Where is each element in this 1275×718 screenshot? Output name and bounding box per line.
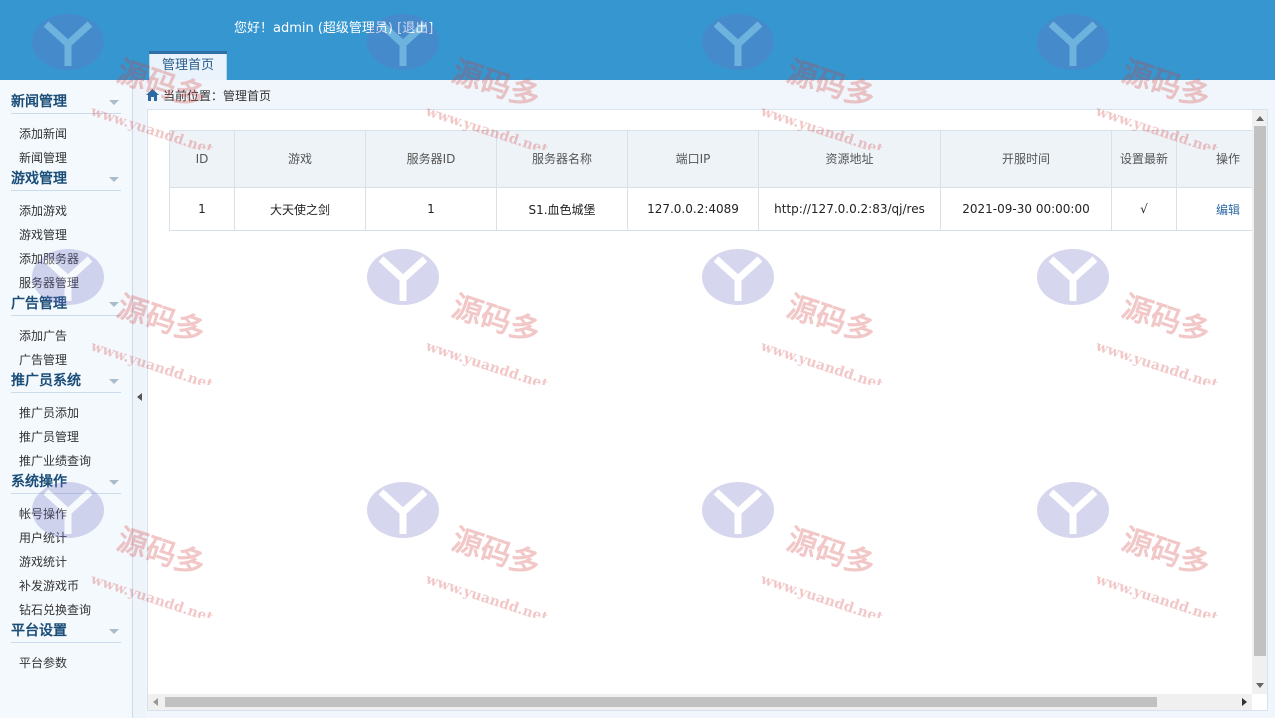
scroll-thumb[interactable] — [1254, 126, 1266, 656]
tab-admin-home[interactable]: 管理首页 — [149, 51, 227, 80]
sidebar-group-ads[interactable]: 广告管理 — [11, 294, 121, 316]
chevron-down-icon[interactable] — [109, 100, 119, 105]
column-header: 服务器名称 — [496, 130, 628, 188]
column-header: ID — [169, 130, 235, 188]
sidebar-group-system[interactable]: 系统操作 — [11, 472, 121, 494]
user-greeting: 您好！admin (超级管理员) [退出] — [234, 17, 433, 36]
sidebar-item-server-manage[interactable]: 服务器管理 — [19, 275, 79, 291]
cell-port-ip: 127.0.0.2:4089 — [627, 187, 759, 231]
cell-open-time: 2021-09-30 00:00:00 — [940, 187, 1112, 231]
scroll-left-icon[interactable] — [153, 698, 158, 706]
cell-id: 1 — [169, 187, 235, 231]
table-header-row: ID 游戏 服务器ID 服务器名称 端口IP 资源地址 开服时间 设置最新 操作 — [169, 130, 1267, 188]
column-header: 资源地址 — [758, 130, 941, 188]
sidebar-item-promoter-manage[interactable]: 推广员管理 — [19, 429, 79, 445]
column-header: 开服时间 — [940, 130, 1112, 188]
cell-resource-url: http://127.0.0.2:83/qj/res — [758, 187, 941, 231]
sidebar-item-account-ops[interactable]: 帐号操作 — [19, 506, 67, 522]
breadcrumb-label: 当前位置： — [163, 89, 224, 103]
sidebar-item-add-game[interactable]: 添加游戏 — [19, 203, 67, 219]
vertical-scrollbar[interactable] — [1252, 110, 1267, 694]
sidebar-group-game[interactable]: 游戏管理 — [11, 169, 121, 191]
cell-set-latest[interactable]: √ — [1111, 187, 1177, 231]
edit-link[interactable]: 编辑 — [1216, 203, 1240, 217]
greeting-text: 您好！admin (超级管理员) — [234, 21, 394, 36]
logout-link[interactable]: [退出] — [397, 21, 433, 36]
sidebar-item-news-manage[interactable]: 新闻管理 — [19, 150, 67, 166]
scroll-thumb[interactable] — [165, 697, 1157, 707]
scroll-up-icon[interactable] — [1256, 116, 1264, 121]
home-icon — [146, 87, 159, 107]
sidebar-item-game-stats[interactable]: 游戏统计 — [19, 554, 67, 570]
group-title-label: 广告管理 — [11, 296, 67, 312]
group-title-label: 平台设置 — [11, 623, 67, 639]
sidebar-item-user-stats[interactable]: 用户统计 — [19, 530, 67, 546]
chevron-down-icon[interactable] — [109, 629, 119, 634]
column-header: 游戏 — [234, 130, 366, 188]
scroll-right-icon[interactable] — [1242, 698, 1247, 706]
chevron-down-icon[interactable] — [109, 177, 119, 182]
sidebar-item-add-ad[interactable]: 添加广告 — [19, 328, 67, 344]
scroll-down-icon[interactable] — [1256, 683, 1264, 688]
chevron-down-icon[interactable] — [109, 302, 119, 307]
group-title-label: 系统操作 — [11, 474, 67, 490]
sidebar-splitter[interactable] — [133, 80, 146, 718]
group-title-label: 推广员系统 — [11, 373, 81, 389]
sidebar-item-promoter-add[interactable]: 推广员添加 — [19, 405, 79, 421]
main-content: 当前位置：管理首页 ID 游戏 服务器ID 服务器名称 端口IP 资源地址 开服… — [146, 80, 1275, 718]
top-header: 您好！admin (超级管理员) [退出] 管理首页 — [0, 0, 1275, 80]
column-header: 设置最新 — [1111, 130, 1177, 188]
chevron-down-icon[interactable] — [109, 379, 119, 384]
breadcrumb-current: 管理首页 — [223, 89, 272, 103]
cell-server-id: 1 — [365, 187, 497, 231]
sidebar-group-news[interactable]: 新闻管理 — [11, 92, 121, 114]
server-table: ID 游戏 服务器ID 服务器名称 端口IP 资源地址 开服时间 设置最新 操作… — [169, 130, 1267, 231]
sidebar-item-add-server[interactable]: 添加服务器 — [19, 251, 79, 267]
content-frame: ID 游戏 服务器ID 服务器名称 端口IP 资源地址 开服时间 设置最新 操作… — [147, 109, 1268, 711]
sidebar-item-diamond-exchange[interactable]: 钻石兑换查询 — [19, 602, 91, 618]
sidebar-item-platform-params[interactable]: 平台参数 — [19, 655, 67, 671]
sidebar: 新闻管理 添加新闻 新闻管理 游戏管理 添加游戏 游戏管理 添加服务器 服务器管… — [0, 80, 133, 718]
breadcrumb: 当前位置：管理首页 — [146, 86, 271, 106]
table-row: 1 大天使之剑 1 S1.血色城堡 127.0.0.2:4089 http://… — [169, 187, 1267, 231]
group-title-label: 游戏管理 — [11, 171, 67, 187]
column-header: 端口IP — [627, 130, 759, 188]
sidebar-group-platform[interactable]: 平台设置 — [11, 621, 121, 643]
column-header: 服务器ID — [365, 130, 497, 188]
collapse-left-icon[interactable] — [137, 393, 142, 401]
chevron-down-icon[interactable] — [109, 480, 119, 485]
cell-game: 大天使之剑 — [234, 187, 366, 231]
group-title-label: 新闻管理 — [11, 94, 67, 110]
horizontal-scrollbar[interactable] — [148, 694, 1252, 710]
sidebar-item-ad-manage[interactable]: 广告管理 — [19, 352, 67, 368]
sidebar-item-promoter-performance[interactable]: 推广业绩查询 — [19, 453, 91, 469]
sidebar-group-promoter[interactable]: 推广员系统 — [11, 371, 121, 393]
sidebar-item-reissue-coins[interactable]: 补发游戏币 — [19, 578, 79, 594]
sidebar-item-game-manage[interactable]: 游戏管理 — [19, 227, 67, 243]
cell-server-name: S1.血色城堡 — [496, 187, 628, 231]
sidebar-item-add-news[interactable]: 添加新闻 — [19, 126, 67, 142]
